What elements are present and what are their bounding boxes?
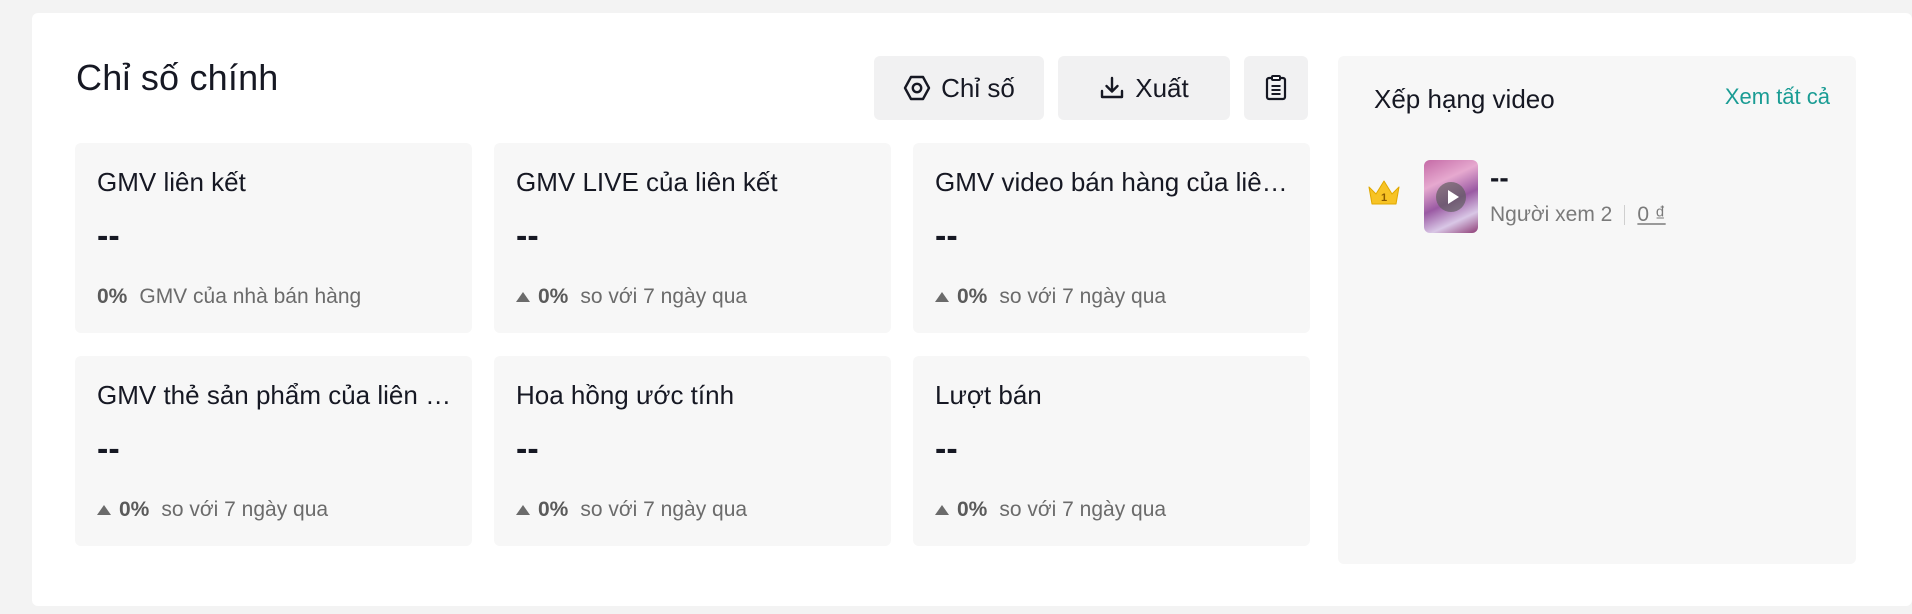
metrics-button[interactable]: Chỉ số [874, 56, 1044, 120]
metric-value: -- [516, 217, 539, 255]
video-title: -- [1490, 162, 1509, 193]
clipboard-icon [1264, 75, 1288, 101]
trend-up-icon [935, 292, 949, 302]
video-meta: Người xem 2 0 ₫ [1490, 203, 1666, 227]
metric-change-note: so với 7 ngày qua [580, 285, 748, 308]
metric-name: GMV video bán hàng của liên kết [935, 167, 1295, 197]
metric-name: Lượt bán [935, 380, 1042, 410]
rank-number: 1 [1381, 192, 1387, 204]
video-thumbnail[interactable] [1424, 160, 1478, 233]
metric-change-percent: 0% [538, 285, 569, 308]
crown-icon: 1 [1366, 178, 1402, 213]
page-title: Chỉ số chính [76, 57, 279, 98]
metric-change: 0% so với 7 ngày qua [97, 498, 328, 522]
metric-change: 0% GMV của nhà bán hàng [97, 285, 361, 309]
trend-up-icon [516, 292, 530, 302]
metric-card-units-sold[interactable]: Lượt bán -- 0% so với 7 ngày qua [913, 356, 1310, 546]
metric-change: 0% so với 7 ngày qua [516, 498, 747, 522]
metric-change: 0% so với 7 ngày qua [516, 285, 747, 309]
metric-change-percent: 0% [538, 498, 569, 521]
trend-up-icon [97, 505, 111, 515]
metric-change: 0% so với 7 ngày qua [935, 285, 1166, 309]
key-metrics-panel: Chỉ số chính Chỉ số Xuất GMV liên kết --… [32, 13, 1912, 606]
trend-up-icon [935, 505, 949, 515]
metric-change-percent: 0% [957, 285, 988, 308]
metric-change-percent: 0% [957, 498, 988, 521]
metric-name: GMV LIVE của liên kết [516, 167, 778, 197]
metric-name: GMV thẻ sản phẩm của liên kết [97, 380, 457, 410]
video-viewers: Người xem 2 [1490, 203, 1613, 226]
report-button[interactable] [1244, 56, 1308, 120]
metric-value: -- [97, 430, 120, 468]
metric-change-percent: 0% [119, 498, 150, 521]
metric-change-note: so với 7 ngày qua [999, 285, 1167, 308]
metric-name: Hoa hồng ước tính [516, 380, 735, 410]
download-icon [1099, 75, 1125, 101]
metric-name: GMV liên kết [97, 167, 246, 197]
metric-card-estimated-commission[interactable]: Hoa hồng ước tính -- 0% so với 7 ngày qu… [494, 356, 891, 546]
metric-change-note: GMV của nhà bán hàng [139, 285, 362, 308]
metric-value: -- [516, 430, 539, 468]
metric-card-video-gmv[interactable]: GMV video bán hàng của liên kết -- 0% so… [913, 143, 1310, 333]
metric-value: -- [97, 217, 120, 255]
metrics-button-label: Chỉ số [941, 72, 1015, 103]
view-all-link[interactable]: Xem tất cả [1725, 84, 1830, 110]
video-ranking-title: Xếp hạng video [1374, 84, 1555, 114]
metric-change-note: so với 7 ngày qua [999, 498, 1167, 521]
metric-value: -- [935, 430, 958, 468]
export-button-label: Xuất [1135, 72, 1189, 103]
metric-change-note: so với 7 ngày qua [161, 498, 329, 521]
video-gmv: 0 ₫ [1637, 203, 1666, 226]
play-icon [1436, 182, 1466, 212]
metric-card-product-card-gmv[interactable]: GMV thẻ sản phẩm của liên kết -- 0% so v… [75, 356, 472, 546]
metric-change-note: so với 7 ngày qua [580, 498, 748, 521]
metric-change-percent: 0% [97, 285, 128, 308]
metric-change: 0% so với 7 ngày qua [935, 498, 1166, 522]
metric-card-affiliate-gmv[interactable]: GMV liên kết -- 0% GMV của nhà bán hàng [75, 143, 472, 333]
divider [1624, 205, 1626, 225]
metric-value: -- [935, 217, 958, 255]
export-button[interactable]: Xuất [1058, 56, 1230, 120]
hexagon-settings-icon [903, 74, 931, 102]
trend-up-icon [516, 505, 530, 515]
metric-card-live-gmv[interactable]: GMV LIVE của liên kết -- 0% so với 7 ngà… [494, 143, 891, 333]
video-ranking-panel: Xếp hạng video Xem tất cả 1 -- Người xem… [1338, 56, 1856, 564]
